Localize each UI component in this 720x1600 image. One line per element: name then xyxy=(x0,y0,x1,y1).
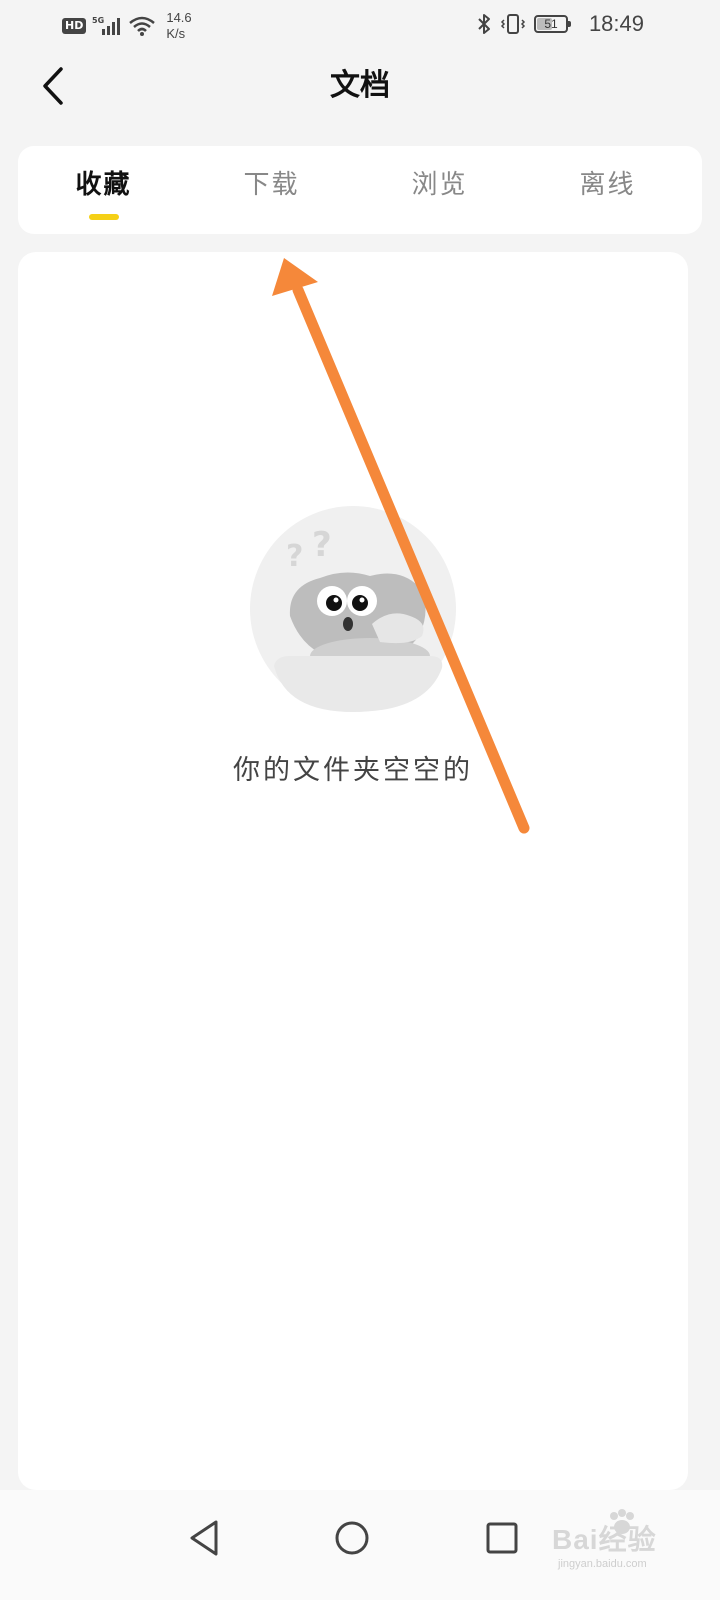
tab-label: 收藏 xyxy=(75,170,132,200)
status-right: 51 xyxy=(476,10,571,38)
bluetooth-icon xyxy=(478,14,490,34)
svg-text:?: ? xyxy=(312,525,332,565)
content-card: ? ? 你的文件夹空空的 xyxy=(18,252,688,1490)
speed-unit: K/s xyxy=(166,26,186,41)
tab-offline[interactable]: 离线 xyxy=(522,146,693,234)
status-bar: HD 5G 14.6 K/s 51 18:49 xyxy=(0,0,720,48)
tab-bar: 收藏 下载 浏览 离线 xyxy=(18,146,702,234)
triangle-back-icon xyxy=(190,1520,218,1556)
watermark-text: Bai经验 xyxy=(552,1524,657,1555)
page-title: 文档 xyxy=(330,68,390,103)
tab-favorites[interactable]: 收藏 xyxy=(18,146,189,234)
watermark-url: jingyan.baidu.com xyxy=(558,1558,647,1570)
tab-downloads[interactable]: 下载 xyxy=(186,146,357,234)
square-recents-icon xyxy=(486,1522,518,1554)
battery-icon: 51 xyxy=(534,15,571,33)
tab-label: 下载 xyxy=(243,170,300,200)
empty-message: 你的文件夹空空的 xyxy=(233,755,473,786)
nav-home-button[interactable] xyxy=(322,1508,382,1568)
hd-badge: HD xyxy=(62,18,87,34)
vibrate-icon xyxy=(500,14,526,34)
cellular-signal-icon: 5G xyxy=(92,16,121,35)
battery-level: 51 xyxy=(544,17,558,31)
circle-home-icon xyxy=(335,1521,369,1555)
nav-recents-button[interactable] xyxy=(472,1508,532,1568)
tab-label: 离线 xyxy=(579,170,636,200)
svg-text:5G: 5G xyxy=(92,16,104,25)
network-speed: 14.6 K/s xyxy=(166,10,191,42)
active-tab-indicator xyxy=(88,214,119,220)
status-left: HD 5G 14.6 K/s xyxy=(62,6,192,46)
tab-history[interactable]: 浏览 xyxy=(354,146,525,234)
empty-folder-mascot-icon: ? ? xyxy=(250,506,456,712)
watermark-logo: Bai经验 jingyan.baidu.com xyxy=(552,1509,682,1574)
title-bar: 文档 xyxy=(0,48,720,128)
clock: 18:49 xyxy=(588,11,644,36)
svg-text:?: ? xyxy=(286,539,303,574)
speed-value: 14.6 xyxy=(166,10,192,25)
wifi-icon xyxy=(129,16,156,36)
tab-label: 浏览 xyxy=(411,170,468,200)
nav-back-button[interactable] xyxy=(174,1508,234,1568)
